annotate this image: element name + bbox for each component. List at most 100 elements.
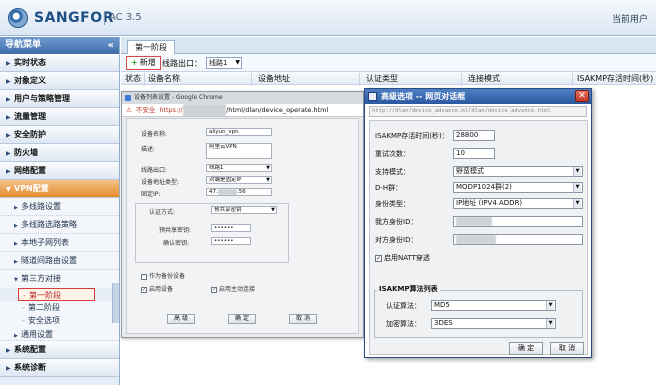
col-auth-type[interactable]: 认证类型 bbox=[366, 73, 398, 84]
close-icon[interactable]: ✕ bbox=[575, 90, 589, 102]
auth-method-label: 认证方式: bbox=[149, 209, 176, 216]
url-scheme: https:// bbox=[159, 106, 183, 114]
current-user-label[interactable]: 当前用户 bbox=[612, 12, 648, 25]
psk-input[interactable]: •••••• bbox=[211, 224, 251, 232]
advanced-form: ISAKMP存活时间(秒)： 28800 重试次数： 10 支持模式： 野蛮模式… bbox=[369, 120, 588, 355]
checkbox-checked-icon: ✓ bbox=[211, 286, 217, 293]
chevron-down-icon: ▼ bbox=[271, 207, 275, 213]
sidebar-item-user-policy[interactable]: ▶ 用户与策略管理 bbox=[0, 90, 119, 108]
favicon-icon bbox=[125, 95, 131, 101]
col-status[interactable]: 状态 bbox=[125, 73, 141, 84]
caret-right-icon: ▶ bbox=[6, 150, 11, 157]
sidebar-leaf-security-options[interactable]: - 安全选项 bbox=[0, 314, 119, 329]
isakmp-lifetime-input[interactable]: 28800 bbox=[453, 130, 495, 141]
mode-select[interactable]: 野蛮模式 ▼ bbox=[453, 166, 583, 177]
product-version: AC 3.5 bbox=[109, 12, 142, 23]
enc-algorithm-label: 加密算法： bbox=[386, 320, 421, 328]
sidebar-sub-local-subnet[interactable]: ▶ 本地子网列表 bbox=[0, 234, 119, 252]
redacted-ip: 101.37 bbox=[217, 189, 237, 195]
sidebar-item-realtime-status[interactable]: ▶ 实时状态 bbox=[0, 54, 119, 72]
isakmp-algorithm-legend: ISAKMP算法列表 bbox=[377, 284, 440, 294]
chevron-down-icon: ▼ bbox=[266, 165, 270, 171]
sidebar-scrollbar[interactable] bbox=[112, 283, 119, 323]
device-name-input[interactable]: aliyun_vpn bbox=[206, 128, 272, 136]
redacted-local-id: 47.101.37 bbox=[456, 217, 492, 226]
insecure-label: 不安全 bbox=[135, 106, 156, 114]
col-isakmp-lifetime[interactable]: ISAKMP存活时间(秒) bbox=[577, 73, 653, 84]
sidebar-item-system-config[interactable]: ▶ 系统配置 bbox=[0, 341, 119, 359]
device-name-label: 设备名称: bbox=[141, 131, 168, 138]
fixed-ip-input[interactable]: 47.101.37.56 bbox=[206, 188, 272, 196]
sidebar-sub-tunnel-route[interactable]: ▶ 隧道间路由设置 bbox=[0, 252, 119, 270]
caret-right-icon: ▶ bbox=[6, 132, 11, 139]
dialog-ok-button[interactable]: 确 定 bbox=[509, 342, 543, 355]
sidebar-item-object-definition[interactable]: ▶ 对象定义 bbox=[0, 72, 119, 90]
enc-algorithm-select[interactable]: 3DES ▼ bbox=[431, 318, 556, 329]
toolbar: + 新增 线路出口： 线路1 ▼ bbox=[121, 54, 656, 72]
tab-phase1[interactable]: 第一阶段 bbox=[127, 40, 175, 54]
peer-id-input[interactable]: 116.228.10 bbox=[453, 234, 583, 245]
identity-type-select[interactable]: IP地址 (IPV4 ADDR) ▼ bbox=[453, 198, 583, 209]
peer-id-label: 对方身份ID： bbox=[375, 236, 418, 244]
sidebar-item-vpn[interactable]: ▼ VPN配置 bbox=[0, 180, 119, 198]
caret-right-icon: ▶ bbox=[6, 347, 11, 354]
backup-device-checkbox[interactable]: 作为备份设备 bbox=[141, 271, 185, 280]
add-button[interactable]: + 新增 bbox=[126, 56, 161, 70]
local-id-input[interactable]: 47.101.37 bbox=[453, 216, 583, 227]
caret-right-icon: ▶ bbox=[14, 241, 18, 247]
ok-button[interactable]: 确 定 bbox=[228, 314, 256, 324]
auth-algorithm-label: 认证算法： bbox=[386, 302, 421, 310]
sidebar-item-system-diagnosis[interactable]: ▶ 系统诊断 bbox=[0, 359, 119, 377]
active-connect-checkbox[interactable]: ✓ 启用主动连接 bbox=[211, 284, 255, 293]
enable-device-checkbox[interactable]: ✓ 启用设备 bbox=[141, 284, 173, 293]
logo-divider bbox=[104, 11, 105, 25]
dialog-titlebar: 高级选项 -- 网页对话框 ✕ bbox=[365, 89, 591, 104]
dialog-title: 高级选项 -- 网页对话框 bbox=[381, 92, 466, 101]
device-form: 设备名称: aliyun_vpn 描述: 阿里云VPN 线路出口: 线路1 ▼ 设… bbox=[126, 118, 359, 334]
dialog-cancel-button[interactable]: 取 消 bbox=[550, 342, 584, 355]
caret-right-icon: ▶ bbox=[6, 365, 11, 372]
natt-checkbox[interactable]: ✓ 启用NATT穿透 bbox=[375, 253, 430, 263]
local-id-label: 我方身份ID： bbox=[375, 218, 418, 226]
sidebar-sub-third-party[interactable]: ▼ 第三方对接 bbox=[0, 270, 119, 288]
advanced-button[interactable]: 高 级 bbox=[167, 314, 195, 324]
col-device-name[interactable]: 设备名称 bbox=[148, 73, 180, 84]
chevron-down-icon: ▼ bbox=[235, 59, 240, 66]
col-connect-mode[interactable]: 连接模式 bbox=[468, 73, 500, 84]
sidebar-sub-multiline[interactable]: ▶ 多线路设置 bbox=[0, 198, 119, 216]
checkbox-checked-icon: ✓ bbox=[375, 254, 382, 262]
cancel-button[interactable]: 取 消 bbox=[289, 314, 317, 324]
dh-group-select[interactable]: MODP1024群(2) ▼ bbox=[453, 182, 583, 193]
sidebar-leaf-phase2[interactable]: - 第二阶段 bbox=[0, 301, 119, 314]
chevron-down-icon: ▼ bbox=[573, 183, 581, 192]
line-exit-form-select[interactable]: 线路1 ▼ bbox=[206, 164, 272, 172]
address-bar[interactable]: ⚠不安全https://192.168.10.1/html/dlan/devic… bbox=[122, 104, 363, 117]
auth-algorithm-select[interactable]: MD5 ▼ bbox=[431, 300, 556, 311]
sidebar-sub-general[interactable]: ▶ 通用设置 bbox=[0, 329, 119, 341]
line-exit-label: 线路出口： bbox=[162, 59, 202, 68]
line-exit-select[interactable]: 线路1 ▼ bbox=[206, 57, 242, 69]
sidebar-item-security[interactable]: ▶ 安全防护 bbox=[0, 126, 119, 144]
sidebar-leaf-phase1[interactable]: - 第一阶段 bbox=[18, 288, 95, 301]
caret-right-icon: ▶ bbox=[6, 60, 11, 67]
auth-method-select[interactable]: 预共享密钥 ▼ bbox=[211, 206, 277, 214]
sidebar-item-traffic[interactable]: ▶ 流量管理 bbox=[0, 108, 119, 126]
dh-group-label: D-H群： bbox=[375, 184, 403, 192]
retry-count-input[interactable]: 10 bbox=[453, 148, 495, 159]
address-type-select[interactable]: 对端是固定IP ▼ bbox=[206, 176, 272, 184]
col-device-address[interactable]: 设备地址 bbox=[258, 73, 290, 84]
isakmp-lifetime-label: ISAKMP存活时间(秒)： bbox=[375, 132, 449, 140]
insecure-warning-icon[interactable]: ⚠ bbox=[126, 106, 132, 114]
double-chevron-left-icon[interactable]: « bbox=[108, 37, 114, 54]
psk-confirm-input[interactable]: •••••• bbox=[211, 237, 251, 245]
fixed-ip-label: 固定IP: bbox=[141, 191, 161, 198]
psk-label: 预共享密钥: bbox=[159, 227, 192, 234]
dialog-url: http://dlan/device_advance.ml/dlan/devic… bbox=[369, 106, 587, 117]
retry-count-label: 重试次数： bbox=[375, 150, 410, 158]
description-textarea[interactable]: 阿里云VPN bbox=[206, 143, 272, 159]
sidebar-sub-multiline-policy[interactable]: ▶ 多线路选路策略 bbox=[0, 216, 119, 234]
sidebar-item-network[interactable]: ▶ 网络配置 bbox=[0, 162, 119, 180]
sidebar-item-firewall[interactable]: ▶ 防火墙 bbox=[0, 144, 119, 162]
caret-right-icon: ▶ bbox=[14, 259, 18, 265]
sidebar-header: 导航菜单 « bbox=[0, 37, 119, 54]
